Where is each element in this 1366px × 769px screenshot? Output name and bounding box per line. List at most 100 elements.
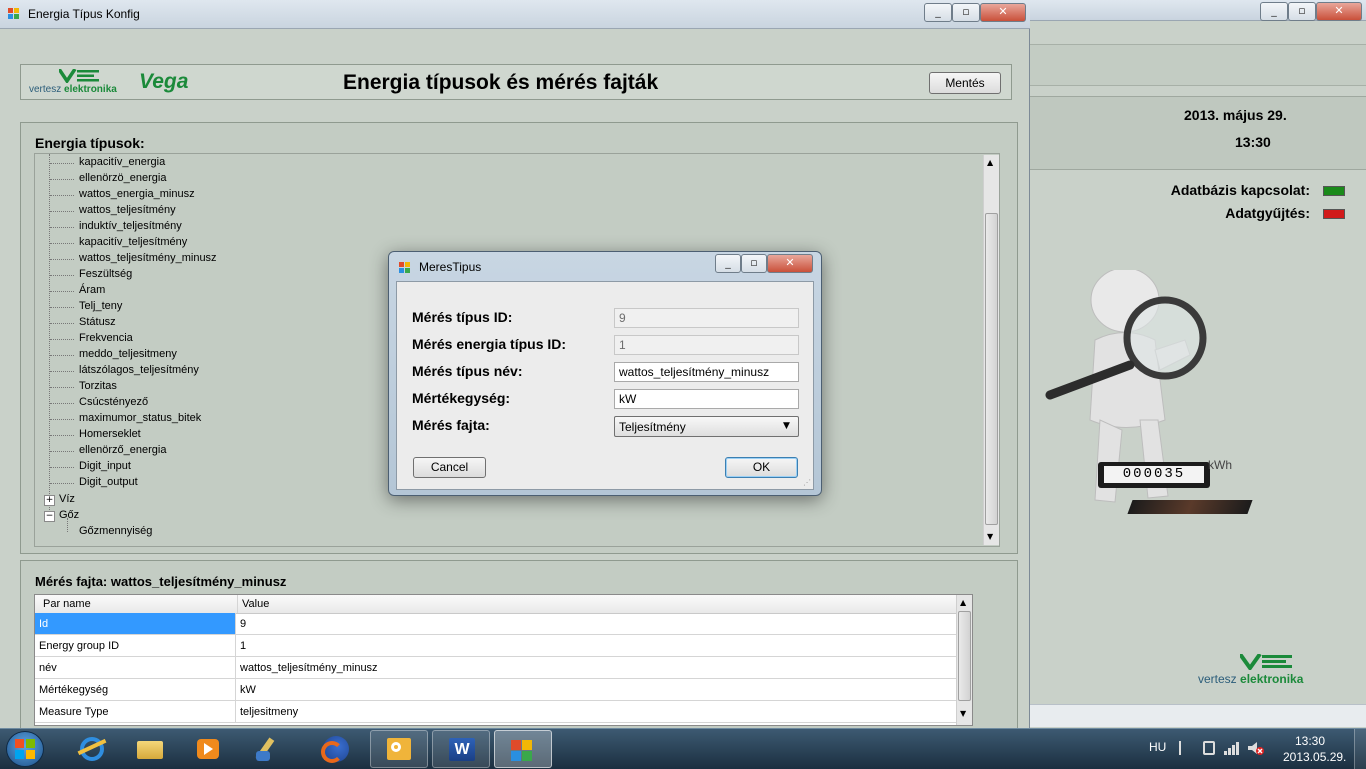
tree-item[interactable]: wattos_teljesítmény_minusz [79,252,217,264]
grid-row[interactable]: Energy group ID 1 [35,635,956,657]
paint-tool-taskbar-icon[interactable] [246,731,294,767]
tree-toggle-plus-icon[interactable]: + [44,495,55,506]
measure-kind-select[interactable]: Teljesítmény ▼ [614,416,799,437]
tree-connector-line [50,403,74,404]
tree-item[interactable]: meddo_teljesitmeny [79,348,177,360]
main-titlebar: Energia Típus Konfig _ ▫ ✕ [0,0,1030,29]
clock-date[interactable]: 2013.05.29. [1283,750,1346,764]
grid-cell-value[interactable]: teljesitmeny [235,701,955,722]
taskbar: W HU 13:30 2013.05.29. [0,728,1366,769]
cancel-button[interactable]: Cancel [413,457,486,478]
grid-col-name[interactable]: Par name [39,595,235,613]
measure-name-field[interactable]: wattos_teljesítmény_minusz [614,362,799,382]
language-indicator[interactable]: HU [1149,740,1166,754]
energia-app-taskbar-icon[interactable] [494,730,552,768]
media-player-taskbar-icon[interactable] [184,731,232,767]
date-label: 2013. május 29. [1184,107,1287,123]
collection-status-indicator [1323,209,1345,219]
tree-group-goz[interactable]: Gőz [59,509,79,521]
unit-label: Mértékegység: [412,390,511,406]
close-button[interactable]: ✕ [980,3,1026,22]
close-button[interactable]: ✕ [1316,2,1362,21]
tray-volume-muted-icon[interactable] [1247,741,1265,755]
grid-cell-value[interactable]: kW [235,679,955,700]
dialog-close-button[interactable]: ✕ [767,254,813,273]
energy-meter-display: 000035 [1098,462,1210,488]
id-field[interactable]: 9 [614,308,799,328]
minimize-button[interactable]: _ [1260,2,1288,21]
scroll-thumb[interactable] [985,213,998,525]
unit-field[interactable]: kW [614,389,799,409]
grid-cell-name[interactable]: Id [35,613,235,634]
energy-type-id-field[interactable]: 1 [614,335,799,355]
tree-item[interactable]: maximumor_status_bitek [79,412,201,424]
scroll-up-arrow-icon[interactable]: ▲ [987,158,993,167]
property-grid[interactable]: Par name Value Id 9 Energy group ID 1 név wat… [34,594,973,726]
show-desktop-button[interactable] [1354,729,1366,769]
grid-row[interactable]: Mértékegység kW [35,679,956,701]
tree-item[interactable]: kapacitív_energia [79,156,165,168]
explorer-taskbar-icon[interactable] [126,731,174,767]
scroll-up-arrow-icon[interactable]: ▲ [960,598,966,607]
tree-group-viz[interactable]: Víz [59,493,75,505]
scroll-thumb[interactable] [958,611,971,701]
word-taskbar-icon[interactable]: W [432,730,490,768]
dialog-maximize-button[interactable]: ▫ [741,254,767,273]
maximize-button[interactable]: ▫ [952,3,980,22]
start-button[interactable] [6,731,44,767]
grid-cell-name[interactable]: Energy group ID [35,635,235,656]
grid-cell-value[interactable]: 1 [235,635,955,656]
minimize-button[interactable]: _ [924,3,952,22]
grid-scrollbar[interactable]: ▲ ▼ [956,595,972,725]
tree-item[interactable]: ellenörző_energia [79,444,166,456]
grid-cell-name[interactable]: Measure Type [35,701,235,722]
grid-cell-value[interactable]: 9 [235,613,955,634]
tree-item[interactable]: wattos_energia_minusz [79,188,195,200]
tree-item[interactable]: Frekvencia [79,332,133,344]
measure-details-heading: Mérés fajta: wattos_teljesítmény_minusz [35,574,287,589]
tree-item[interactable]: Telj_teny [79,300,122,312]
tree-item[interactable]: wattos_teljesítmény [79,204,176,216]
tree-item[interactable]: Áram [79,284,105,296]
scroll-down-arrow-icon[interactable]: ▼ [960,709,966,718]
grid-row[interactable]: Id 9 [35,613,956,635]
tray-flag-icon[interactable] [1179,741,1191,755]
maximize-button[interactable]: ▫ [1288,2,1316,21]
tree-item[interactable]: Csúcstényező [79,396,148,408]
tree-scrollbar[interactable]: ▲ ▼ [983,155,999,545]
tree-toggle-minus-icon[interactable]: − [44,511,55,522]
tree-item[interactable]: Feszültség [79,268,132,280]
clock-time[interactable]: 13:30 [1295,734,1325,748]
internet-explorer-taskbar-icon[interactable] [68,731,116,767]
tray-signal-icon[interactable] [1224,741,1240,755]
grid-col-value[interactable]: Value [237,595,937,613]
dialog-minimize-button[interactable]: _ [715,254,741,273]
outlook-taskbar-icon[interactable] [370,730,428,768]
resize-grip-icon[interactable]: ⋰ [803,478,811,487]
tree-item[interactable]: induktív_teljesítmény [79,220,182,232]
tree-item[interactable]: Homerseklet [79,428,141,440]
firefox-taskbar-icon[interactable] [312,731,360,767]
scroll-down-arrow-icon[interactable]: ▼ [987,532,993,541]
tree-item[interactable]: látszólagos_teljesítmény [79,364,199,376]
tree-item-gozmennyiseg[interactable]: Gőzmennyiség [79,525,152,537]
tree-item[interactable]: kapacitív_teljesítmény [79,236,187,248]
grid-cell-name[interactable]: Mértékegység [35,679,235,700]
tree-connector-line [50,339,74,340]
grid-row[interactable]: Measure Type teljesitmeny [35,701,956,723]
tree-item[interactable]: Torzitas [79,380,117,392]
tree-item[interactable]: Digit_input [79,460,131,472]
tray-network-icon[interactable] [1203,741,1215,755]
grid-row[interactable]: név wattos_teljesítmény_minusz [35,657,956,679]
grid-cell-name[interactable]: név [35,657,235,678]
meter-base [1127,500,1253,514]
app-icon [8,8,20,20]
tree-item[interactable]: Digit_output [79,476,138,488]
grid-cell-value[interactable]: wattos_teljesítmény_minusz [235,657,955,678]
tree-item[interactable]: Státusz [79,316,116,328]
save-button[interactable]: Mentés [929,72,1001,94]
tree-item[interactable]: ellenörzö_energia [79,172,166,184]
ok-button[interactable]: OK [725,457,798,478]
tree-connector-line [50,355,74,356]
logo-text-vertesz: vertesz [29,84,62,95]
